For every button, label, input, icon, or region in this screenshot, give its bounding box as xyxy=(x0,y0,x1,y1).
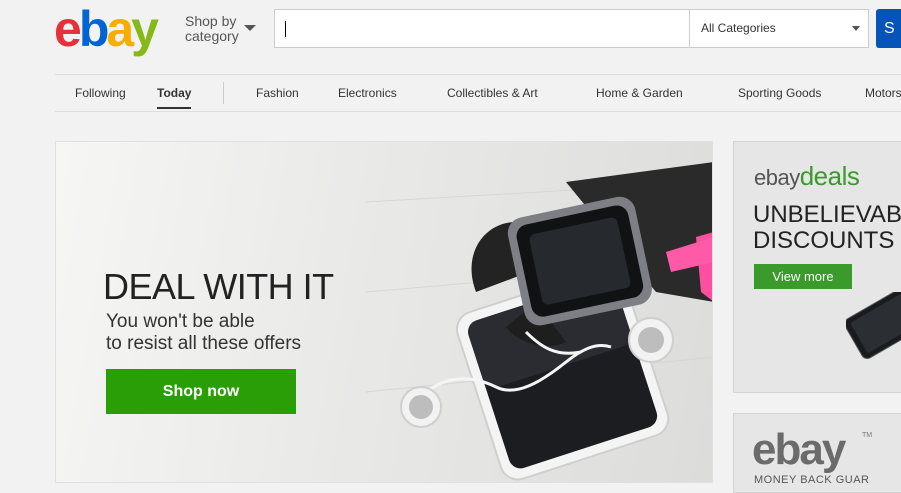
deals-headline: UNBELIEVABL DISCOUNTS xyxy=(753,202,901,254)
ebay-guarantee-logo: ebay xyxy=(752,425,846,474)
category-nav: Following Today Fashion Electronics Coll… xyxy=(55,74,901,112)
deals-headline-line-2: DISCOUNTS xyxy=(753,227,895,254)
view-more-button[interactable]: View more xyxy=(754,264,852,289)
shop-by-category-button[interactable]: Shop by category xyxy=(185,13,256,44)
shop-now-button[interactable]: Shop now xyxy=(106,369,296,414)
search-button[interactable]: S xyxy=(876,9,901,48)
logo-letter-b: b xyxy=(78,1,109,57)
category-select[interactable]: All Categories xyxy=(689,10,869,47)
search-input[interactable] xyxy=(275,10,689,47)
nav-divider xyxy=(223,82,224,104)
money-back-guarantee-card[interactable]: ebay TM MONEY BACK GUAR xyxy=(733,413,901,493)
category-label: category xyxy=(185,28,239,44)
nav-item-following[interactable]: Following xyxy=(75,75,126,111)
nav-item-sporting-goods[interactable]: Sporting Goods xyxy=(738,75,821,111)
chevron-down-icon xyxy=(852,26,860,31)
hero-subtitle: You won't be able to resist all these of… xyxy=(106,311,366,355)
shop-by-label: Shop by xyxy=(185,13,237,29)
phone-image xyxy=(846,292,901,359)
hero-subtitle-line-1: You won't be able xyxy=(106,311,255,332)
logo-letter-a: a xyxy=(106,1,134,57)
smartwatch-phone-earbuds-image xyxy=(366,162,712,481)
deals-card[interactable]: ebaydeals UNBELIEVABL DISCOUNTS View mor… xyxy=(733,141,901,393)
nav-item-collectibles-art[interactable]: Collectibles & Art xyxy=(447,75,538,111)
hero-subtitle-line-2: to resist all these offers xyxy=(106,333,302,354)
nav-item-today[interactable]: Today xyxy=(157,75,192,111)
text-cursor xyxy=(285,21,286,37)
hero-banner[interactable]: DEAL WITH IT You won't be able to resist… xyxy=(55,141,713,483)
trademark-mark: TM xyxy=(862,432,873,439)
deals-logo-prefix: ebay xyxy=(754,165,800,190)
hero-title: DEAL WITH IT xyxy=(103,266,334,307)
logo-letter-e: e xyxy=(54,1,82,57)
chevron-down-icon xyxy=(244,25,256,31)
ebay-logo[interactable]: ebay xyxy=(54,1,159,57)
nav-item-motors[interactable]: Motors xyxy=(865,75,901,111)
deals-logo-suffix: deals xyxy=(799,161,860,191)
ebay-deals-logo: ebaydeals xyxy=(754,161,860,192)
search-bar: All Categories xyxy=(274,9,869,48)
money-back-guarantee-caption: MONEY BACK GUAR xyxy=(754,474,870,486)
logo-letter-y: y xyxy=(131,1,159,57)
category-selected-label: All Categories xyxy=(701,21,776,35)
nav-item-home-garden[interactable]: Home & Garden xyxy=(596,75,683,111)
deals-headline-line-1: UNBELIEVABL xyxy=(753,201,901,228)
nav-item-fashion[interactable]: Fashion xyxy=(256,75,299,111)
nav-item-electronics[interactable]: Electronics xyxy=(338,75,397,111)
